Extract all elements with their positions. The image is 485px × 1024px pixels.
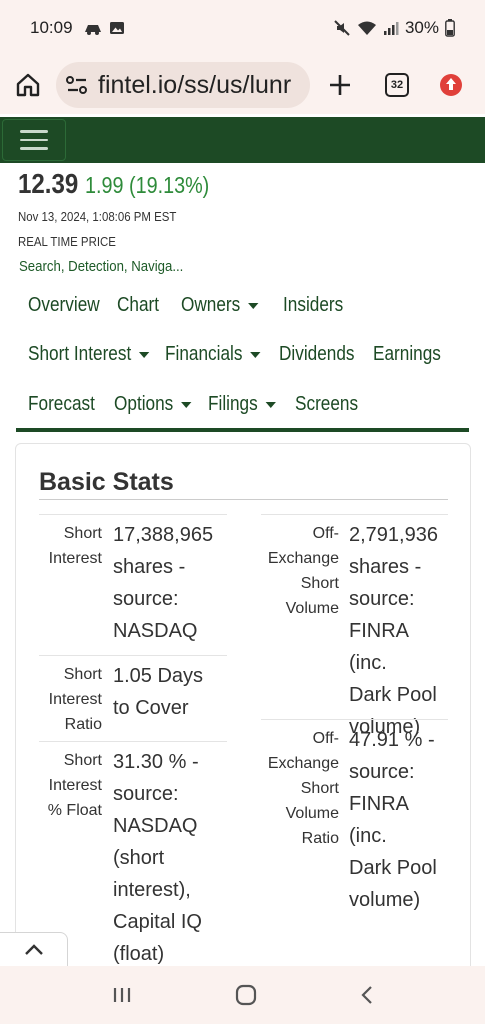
stat-value: 2,791,936 shares - source: FINRA (inc. D… — [349, 524, 438, 738]
extension-button[interactable] — [424, 73, 478, 97]
scroll-to-top-button[interactable] — [0, 932, 68, 968]
tab-switcher-button[interactable]: 32 — [370, 73, 424, 97]
back-icon[interactable] — [360, 985, 374, 1005]
price-type: REAL TIME PRICE — [18, 234, 116, 249]
chevron-up-icon — [24, 944, 43, 955]
dropdown-caret-icon — [138, 351, 150, 358]
stat-value: 47.91 % - source: FINRA (inc. Dark Pool … — [349, 729, 437, 911]
nav-insiders[interactable]: Insiders — [283, 294, 343, 317]
browser-toolbar: fintel.io/ss/us/lunr 32 — [0, 56, 485, 114]
nav-owners[interactable]: Owners — [181, 294, 259, 317]
site-settings-icon[interactable] — [66, 75, 88, 95]
nav-chart[interactable]: Chart — [117, 294, 159, 317]
plus-icon — [330, 75, 350, 95]
menu-icon-bar — [20, 130, 48, 133]
address-bar[interactable]: fintel.io/ss/us/lunr — [56, 62, 310, 108]
nav-forecast[interactable]: Forecast — [28, 393, 95, 416]
stat-off-exchange-short-volume: Off- Exchange Short Volume 2,791,936 sha… — [261, 514, 448, 738]
stat-short-interest: Short Interest 17,388,965 shares - sourc… — [39, 514, 227, 656]
nav-screens[interactable]: Screens — [295, 393, 358, 416]
wifi-icon — [357, 21, 376, 35]
site-header — [0, 117, 485, 163]
stat-value: 1.05 Days to Cover — [113, 665, 204, 719]
nav-row-3: Forecast Options Filings Screens — [28, 393, 368, 416]
nav-overview[interactable]: Overview — [28, 294, 100, 317]
stat-label: Short Interest — [48, 525, 102, 567]
dropdown-caret-icon — [250, 351, 261, 358]
divider — [39, 499, 448, 500]
home-button[interactable] — [0, 57, 56, 113]
stock-price: 12.39 — [18, 168, 79, 199]
nav-financials[interactable]: Financials — [165, 343, 261, 366]
mute-icon — [334, 20, 350, 36]
nav-dividends[interactable]: Dividends — [279, 343, 355, 366]
menu-button[interactable] — [2, 119, 66, 161]
stat-off-exchange-short-volume-ratio: Off- Exchange Short Volume Ratio 47.91 %… — [261, 719, 448, 911]
nav-row-1: Overview Chart Owners Insiders — [28, 294, 353, 317]
battery-percent: 30% — [404, 18, 439, 37]
nav-filings[interactable]: Filings — [208, 393, 276, 416]
nav-options[interactable]: Options — [114, 393, 192, 416]
basic-stats-card: Basic Stats Short Interest 17,388,965 sh… — [15, 443, 471, 1003]
industry-tags-link[interactable]: Search, Detection, Naviga... — [19, 258, 183, 275]
dropdown-caret-icon — [180, 401, 192, 408]
upload-icon — [440, 74, 462, 96]
battery-icon — [445, 19, 455, 37]
menu-icon-bar — [20, 138, 48, 142]
dropdown-caret-icon — [265, 401, 276, 408]
stat-value: 17,388,965 shares - source: NASDAQ — [113, 524, 214, 642]
image-icon — [109, 22, 124, 34]
dropdown-caret-icon — [248, 302, 259, 309]
stat-value: 31.30 % - source: NASDAQ (short interest… — [113, 751, 202, 965]
price-timestamp: Nov 13, 2024, 1:08:06 PM EST — [18, 209, 177, 224]
system-navigation-bar — [0, 966, 485, 1024]
signal-icon — [383, 22, 399, 35]
url-text: fintel.io/ss/us/lunr — [98, 70, 292, 99]
tab-count: 32 — [385, 73, 409, 97]
card-title: Basic Stats — [39, 468, 174, 496]
home-icon — [16, 73, 40, 97]
stat-label: Short Interest Ratio — [48, 666, 102, 733]
nav-row-2: Short Interest Financials Dividends Earn… — [28, 343, 452, 366]
nav-divider — [16, 428, 469, 432]
status-time: 10:09 — [30, 18, 73, 37]
new-tab-button[interactable] — [310, 73, 370, 97]
stat-label: Off- Exchange Short Volume Ratio — [267, 730, 339, 847]
price-change: 1.99 (19.13%) — [85, 172, 210, 198]
stat-short-interest-ratio: Short Interest Ratio 1.05 Days to Cover — [39, 655, 227, 742]
car-icon — [84, 25, 101, 35]
home-nav-icon[interactable] — [235, 984, 257, 1006]
stat-label: Off- Exchange Short Volume — [267, 525, 339, 617]
recent-apps-icon[interactable] — [112, 986, 132, 1004]
status-bar: 10:09 30% — [0, 0, 485, 56]
nav-earnings[interactable]: Earnings — [373, 343, 441, 366]
menu-icon-bar — [20, 147, 48, 150]
nav-short-interest[interactable]: Short Interest — [28, 343, 150, 366]
price-row: 12.39 1.99 (19.13%) — [18, 168, 230, 200]
stat-label: Short Interest % Float — [47, 752, 102, 819]
